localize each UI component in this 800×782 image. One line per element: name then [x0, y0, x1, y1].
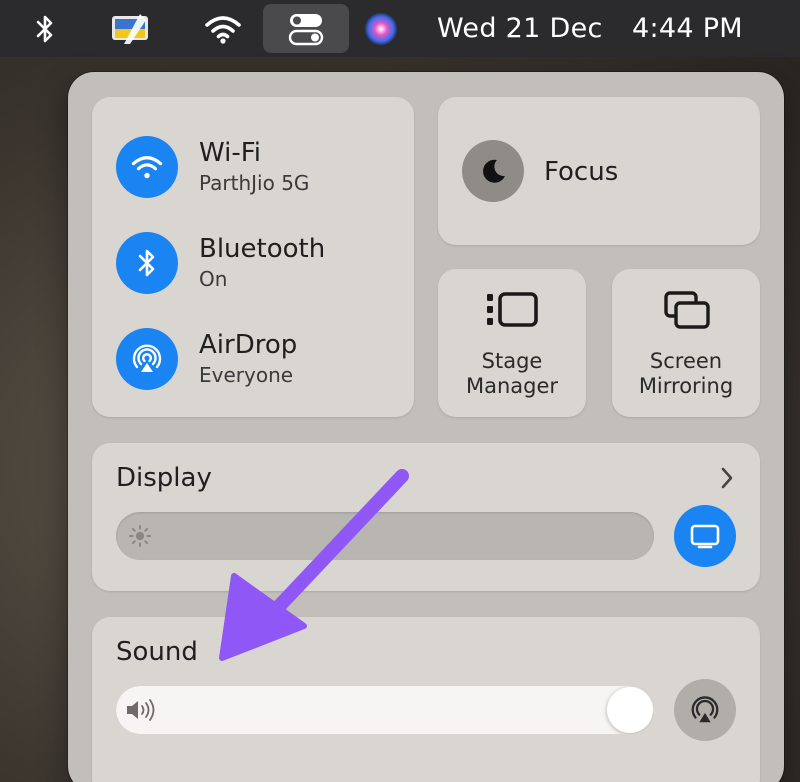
display-icon: [690, 524, 720, 549]
chevron-right-icon[interactable]: [719, 466, 735, 490]
bluetooth-icon[interactable]: [28, 0, 62, 57]
speaker-icon: [127, 699, 155, 721]
focus-toggle[interactable]: [462, 140, 524, 202]
sound-title: Sound: [116, 637, 198, 667]
sound-tile: Sound: [92, 617, 760, 782]
focus-tile[interactable]: Focus: [438, 97, 760, 245]
airdrop-toggle[interactable]: [116, 328, 178, 390]
stage-manager-tile[interactable]: Stage Manager: [438, 269, 586, 417]
bluetooth-row[interactable]: Bluetooth On: [116, 232, 325, 294]
bluetooth-status: On: [199, 267, 228, 291]
stage-manager-label-1: Stage: [481, 349, 543, 373]
wifi-icon: [131, 156, 163, 179]
airplay-audio-button[interactable]: [674, 679, 736, 741]
airdrop-row[interactable]: AirDrop Everyone: [116, 328, 297, 390]
menubar-date[interactable]: Wed 21 Dec: [437, 0, 603, 57]
screen-mirroring-label-2: Mirroring: [638, 374, 734, 398]
menubar-time[interactable]: 4:44 PM: [632, 0, 743, 57]
airdrop-title: AirDrop: [199, 330, 298, 360]
bluetooth-toggle[interactable]: [116, 232, 178, 294]
moon-icon: [483, 159, 505, 183]
wifi-row[interactable]: Wi-Fi ParthJio 5G: [116, 136, 309, 198]
airplay-audio-icon: [691, 696, 719, 723]
bluetooth-title: Bluetooth: [199, 234, 326, 264]
bluetooth-icon: [138, 249, 155, 277]
wifi-toggle[interactable]: [116, 136, 178, 198]
stage-manager-label-2: Manager: [465, 374, 559, 398]
wifi-icon[interactable]: [200, 0, 246, 57]
volume-slider-fill: [116, 686, 654, 734]
finder-flag-icon[interactable]: [104, 0, 156, 57]
volume-slider[interactable]: [116, 686, 654, 734]
siri-icon[interactable]: [360, 0, 402, 57]
display-settings-button[interactable]: [674, 505, 736, 567]
stage-manager-icon: [487, 292, 538, 327]
screen-mirroring-icon: [664, 291, 710, 329]
airdrop-visibility: Everyone: [199, 363, 294, 387]
display-tile: Display: [92, 443, 760, 591]
wifi-title: Wi-Fi: [199, 138, 262, 168]
screen-mirroring-label-1: Screen: [649, 349, 723, 373]
airdrop-icon: [132, 344, 162, 372]
wifi-network: ParthJio 5G: [199, 171, 310, 195]
focus-label: Focus: [544, 157, 619, 187]
control-center-icon[interactable]: [263, 4, 349, 53]
control-center-panel: Wi-Fi ParthJio 5G Bluetooth On AirDrop E…: [68, 72, 784, 782]
sun-icon: [129, 525, 151, 547]
brightness-slider[interactable]: [116, 512, 654, 560]
volume-slider-knob[interactable]: [607, 687, 653, 733]
screen-mirroring-tile[interactable]: Screen Mirroring: [612, 269, 760, 417]
menu-bar: Wed 21 Dec 4:44 PM: [0, 0, 800, 57]
display-title: Display: [116, 463, 212, 493]
connectivity-tile: Wi-Fi ParthJio 5G Bluetooth On AirDrop E…: [92, 97, 414, 417]
